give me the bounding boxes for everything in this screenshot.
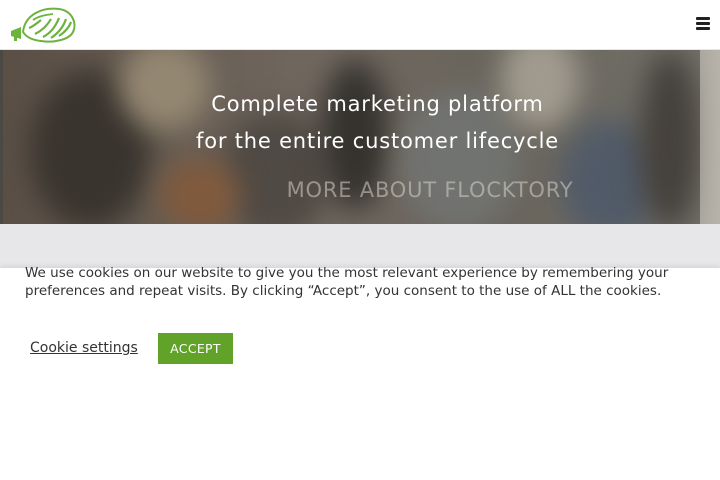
more-about-button[interactable]: MORE ABOUT FLOCKTORY <box>250 178 610 202</box>
accept-cookies-button[interactable]: ACCEPT <box>158 333 233 364</box>
section-divider <box>0 224 720 268</box>
site-header <box>0 0 720 50</box>
menu-bar-2 <box>696 22 710 25</box>
hero-title-line-1: Complete marketing platform <box>211 92 544 116</box>
menu-bar-1 <box>696 17 710 20</box>
megaphone-logo-icon <box>11 7 76 43</box>
flocktory-logo[interactable] <box>9 6 77 46</box>
cookie-settings-link[interactable]: Cookie settings <box>30 340 138 356</box>
hero-title-line-2: for the entire customer lifecycle <box>196 129 559 153</box>
cookie-message: We use cookies on our website to give yo… <box>25 265 669 299</box>
hamburger-menu-icon[interactable] <box>696 17 710 31</box>
hero-banner: Complete marketing platform for the enti… <box>0 50 720 224</box>
menu-bar-3 <box>696 27 710 30</box>
